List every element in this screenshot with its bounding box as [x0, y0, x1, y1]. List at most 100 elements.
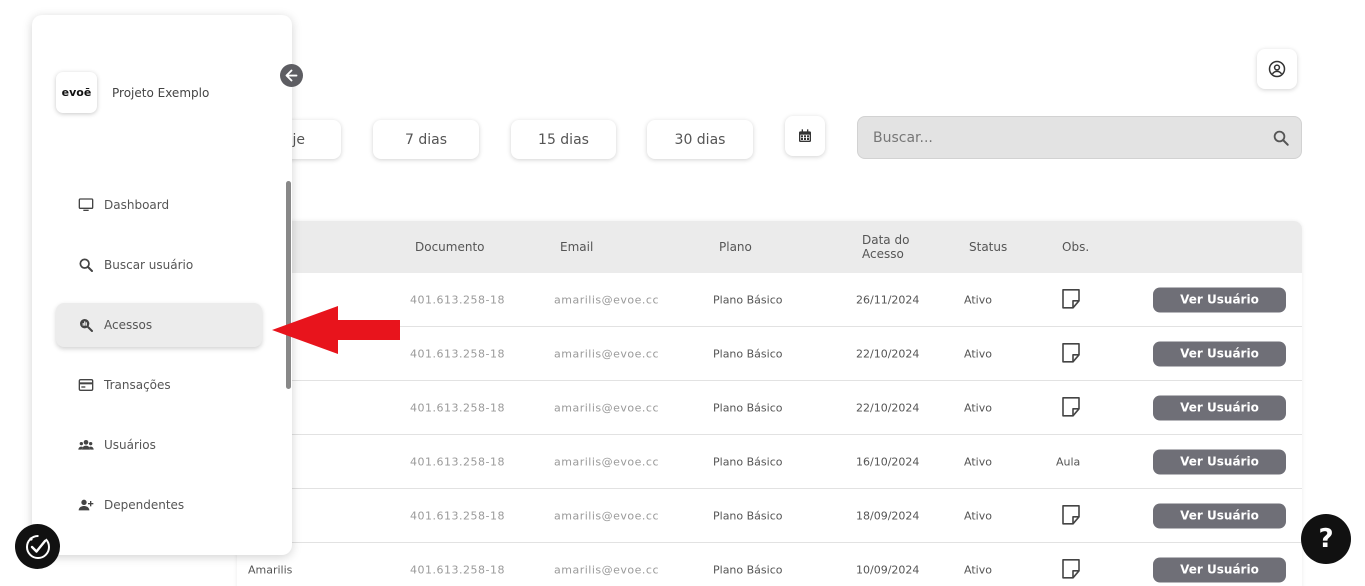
- page: je 7 dias 15 dias 30 dias e: [0, 0, 1365, 586]
- cell-documento: 401.613.258-18: [410, 455, 505, 468]
- table-header: e Documento Email Plano Data do Acesso S…: [237, 221, 1302, 273]
- ver-usuario-button[interactable]: Ver Usuário: [1153, 341, 1286, 366]
- arrow-left-icon: [285, 69, 298, 82]
- sidebar-item-buscar-usuario[interactable]: Buscar usuário: [56, 243, 262, 287]
- cell-status: Ativo: [964, 401, 992, 414]
- red-arrow-annotation: [272, 306, 400, 354]
- cell-plano: Plano Básico: [713, 401, 783, 414]
- cell-documento: 401.613.258-18: [410, 293, 505, 306]
- cell-status: Ativo: [964, 293, 992, 306]
- sidebar-scrollbar[interactable]: [286, 181, 291, 389]
- filter-30-days-label: 30 dias: [674, 131, 726, 148]
- header-obs: Obs.: [1062, 240, 1090, 254]
- user-circle-icon: [1268, 60, 1286, 78]
- cell-plano: Plano Básico: [713, 455, 783, 468]
- ver-usuario-button[interactable]: Ver Usuário: [1153, 449, 1286, 474]
- ver-usuario-label: Ver Usuário: [1180, 346, 1259, 361]
- ver-usuario-button[interactable]: Ver Usuário: [1153, 395, 1286, 420]
- search-icon[interactable]: [1261, 129, 1301, 147]
- table-row: 401.613.258-18 amarilis@evoe.cc Plano Bási…: [237, 489, 1302, 543]
- search-input[interactable]: [858, 129, 1261, 146]
- user-profile-button[interactable]: [1257, 49, 1297, 89]
- monitor-icon: [76, 195, 96, 215]
- filter-7-days-button[interactable]: 7 dias: [373, 120, 479, 159]
- ver-usuario-button[interactable]: Ver Usuário: [1153, 287, 1286, 312]
- header-data-line2: Acesso: [862, 247, 904, 261]
- calendar-button[interactable]: [785, 116, 825, 156]
- cell-documento: 401.613.258-18: [410, 347, 505, 360]
- sidebar-item-label: Acessos: [104, 318, 153, 332]
- person-add-icon: [76, 495, 96, 515]
- cell-email: amarilis@evoe.cc: [554, 563, 659, 576]
- table-row: 401.613.258-18 amarilis@evoe.cc Plano Bási…: [237, 435, 1302, 489]
- table-row: 401.613.258-18 amarilis@evoe.cc Plano Bási…: [237, 381, 1302, 435]
- cell-plano: Plano Básico: [713, 293, 783, 306]
- ver-usuario-label: Ver Usuário: [1180, 562, 1259, 577]
- cell-status: Ativo: [964, 563, 992, 576]
- calendar-icon: [799, 129, 811, 142]
- sidebar-item-label: Buscar usuário: [104, 258, 194, 272]
- cell-email: amarilis@evoe.cc: [554, 347, 659, 360]
- cell-plano: Plano Básico: [713, 509, 783, 522]
- header-documento: Documento: [415, 240, 485, 254]
- cell-obs: Aula: [1056, 455, 1081, 468]
- cell-status: Ativo: [964, 347, 992, 360]
- filter-7-days-label: 7 dias: [404, 131, 447, 148]
- cell-data: 22/10/2024: [856, 347, 920, 360]
- sidebar-item-dependentes[interactable]: Dependentes: [56, 483, 262, 527]
- cell-status: Ativo: [964, 455, 992, 468]
- header-data-line1: Data do: [862, 233, 910, 247]
- ver-usuario-label: Ver Usuário: [1180, 454, 1259, 469]
- table-row: Amarilis 401.613.258-18 amarilis@evoe.cc Pl…: [237, 543, 1302, 586]
- group-icon: [76, 435, 96, 455]
- sidebar-item-label: Dependentes: [104, 498, 185, 512]
- cell-data: 16/10/2024: [856, 455, 920, 468]
- ver-usuario-label: Ver Usuário: [1180, 400, 1259, 415]
- header-status: Status: [969, 240, 1008, 254]
- help-label: ?: [1318, 524, 1334, 554]
- sidebar-item-usuarios[interactable]: Usuários: [56, 423, 262, 467]
- header-plano: Plano: [719, 240, 752, 254]
- cell-email: amarilis@evoe.cc: [554, 455, 659, 468]
- cell-status: Ativo: [964, 509, 992, 522]
- ver-usuario-label: Ver Usuário: [1180, 508, 1259, 523]
- ver-usuario-button[interactable]: Ver Usuário: [1153, 557, 1286, 582]
- help-button[interactable]: ?: [1301, 514, 1351, 564]
- note-icon[interactable]: [1059, 340, 1083, 364]
- header-email: Email: [560, 240, 594, 254]
- sidebar-item-acessos[interactable]: Acessos: [56, 303, 262, 347]
- cell-documento: 401.613.258-18: [410, 509, 505, 522]
- filter-15-days-label: 15 dias: [538, 131, 589, 148]
- cell-email: amarilis@evoe.cc: [554, 509, 659, 522]
- cell-data: 22/10/2024: [856, 401, 920, 414]
- ver-usuario-label: Ver Usuário: [1180, 292, 1259, 307]
- collapse-sidebar-button[interactable]: [280, 64, 303, 87]
- note-icon[interactable]: [1059, 286, 1083, 310]
- sidebar-item-transacoes[interactable]: Transações: [56, 363, 262, 407]
- evoe-logo: evoē: [56, 72, 97, 113]
- cell-data: 10/09/2024: [856, 563, 920, 576]
- credit-card-icon: [76, 375, 96, 395]
- sidebar-item-label: Dashboard: [104, 198, 170, 212]
- accessibility-check-icon[interactable]: [15, 524, 60, 569]
- search-icon: [76, 255, 96, 275]
- filter-30-days-button[interactable]: 30 dias: [647, 120, 753, 159]
- sidebar-item-dashboard[interactable]: Dashboard: [56, 183, 262, 227]
- cell-data: 18/09/2024: [856, 509, 920, 522]
- ver-usuario-button[interactable]: Ver Usuário: [1153, 503, 1286, 528]
- cell-email: amarilis@evoe.cc: [554, 293, 659, 306]
- note-icon[interactable]: [1059, 502, 1083, 526]
- project-name: Projeto Exemplo: [112, 86, 210, 100]
- search-bar: [857, 116, 1302, 159]
- filter-today-label: je: [292, 131, 305, 148]
- filter-15-days-button[interactable]: 15 dias: [511, 120, 616, 159]
- cell-email: amarilis@evoe.cc: [554, 401, 659, 414]
- note-icon[interactable]: [1059, 394, 1083, 418]
- cell-plano: Plano Básico: [713, 347, 783, 360]
- cell-documento: 401.613.258-18: [410, 401, 505, 414]
- sidebar: evoē Projeto Exemplo Dashboard Buscar us…: [32, 15, 292, 555]
- access-table: e Documento Email Plano Data do Acesso S…: [237, 221, 1302, 586]
- note-icon[interactable]: [1059, 556, 1083, 580]
- cell-data: 26/11/2024: [856, 293, 920, 306]
- sidebar-item-label: Usuários: [104, 438, 156, 452]
